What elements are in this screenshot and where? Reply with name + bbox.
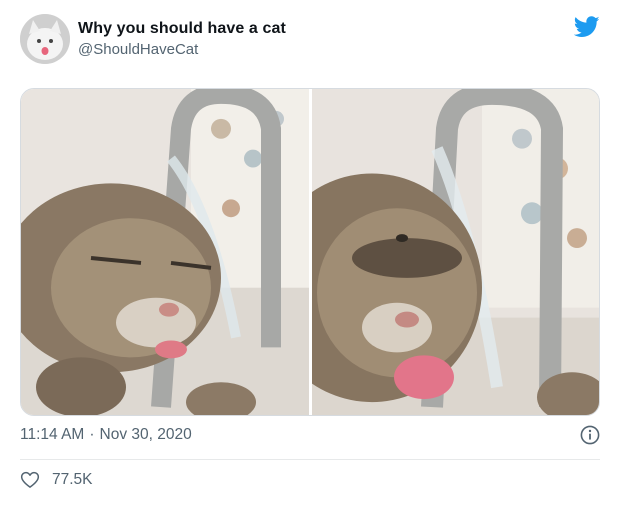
- user-handle[interactable]: @ShouldHaveCat: [78, 41, 198, 58]
- tweet-date: Nov 30, 2020: [99, 426, 192, 443]
- media-photo-right[interactable]: [312, 89, 599, 415]
- like-action[interactable]: 77.5K: [20, 470, 93, 490]
- separator-dot: ·: [89, 426, 95, 443]
- divider: [20, 459, 600, 460]
- tweet-time: 11:14 AM: [20, 426, 85, 443]
- media-photo-left[interactable]: [21, 89, 309, 415]
- display-name[interactable]: Why you should have a cat: [78, 20, 286, 38]
- twitter-bird-icon: [574, 16, 600, 37]
- avatar-cat-image: [20, 14, 70, 64]
- heart-icon[interactable]: [20, 470, 40, 490]
- avatar[interactable]: [20, 14, 70, 64]
- tweet-card: Why you should have a cat @ShouldHaveCat: [0, 0, 620, 506]
- cat-drinking-photo-1: [21, 89, 309, 415]
- like-count: 77.5K: [52, 471, 93, 488]
- tweet-media[interactable]: [20, 88, 600, 416]
- tweet-timestamp[interactable]: 11:14 AM · Nov 30, 2020: [20, 426, 192, 444]
- cat-drinking-photo-2: [312, 89, 599, 415]
- info-icon[interactable]: [580, 425, 600, 445]
